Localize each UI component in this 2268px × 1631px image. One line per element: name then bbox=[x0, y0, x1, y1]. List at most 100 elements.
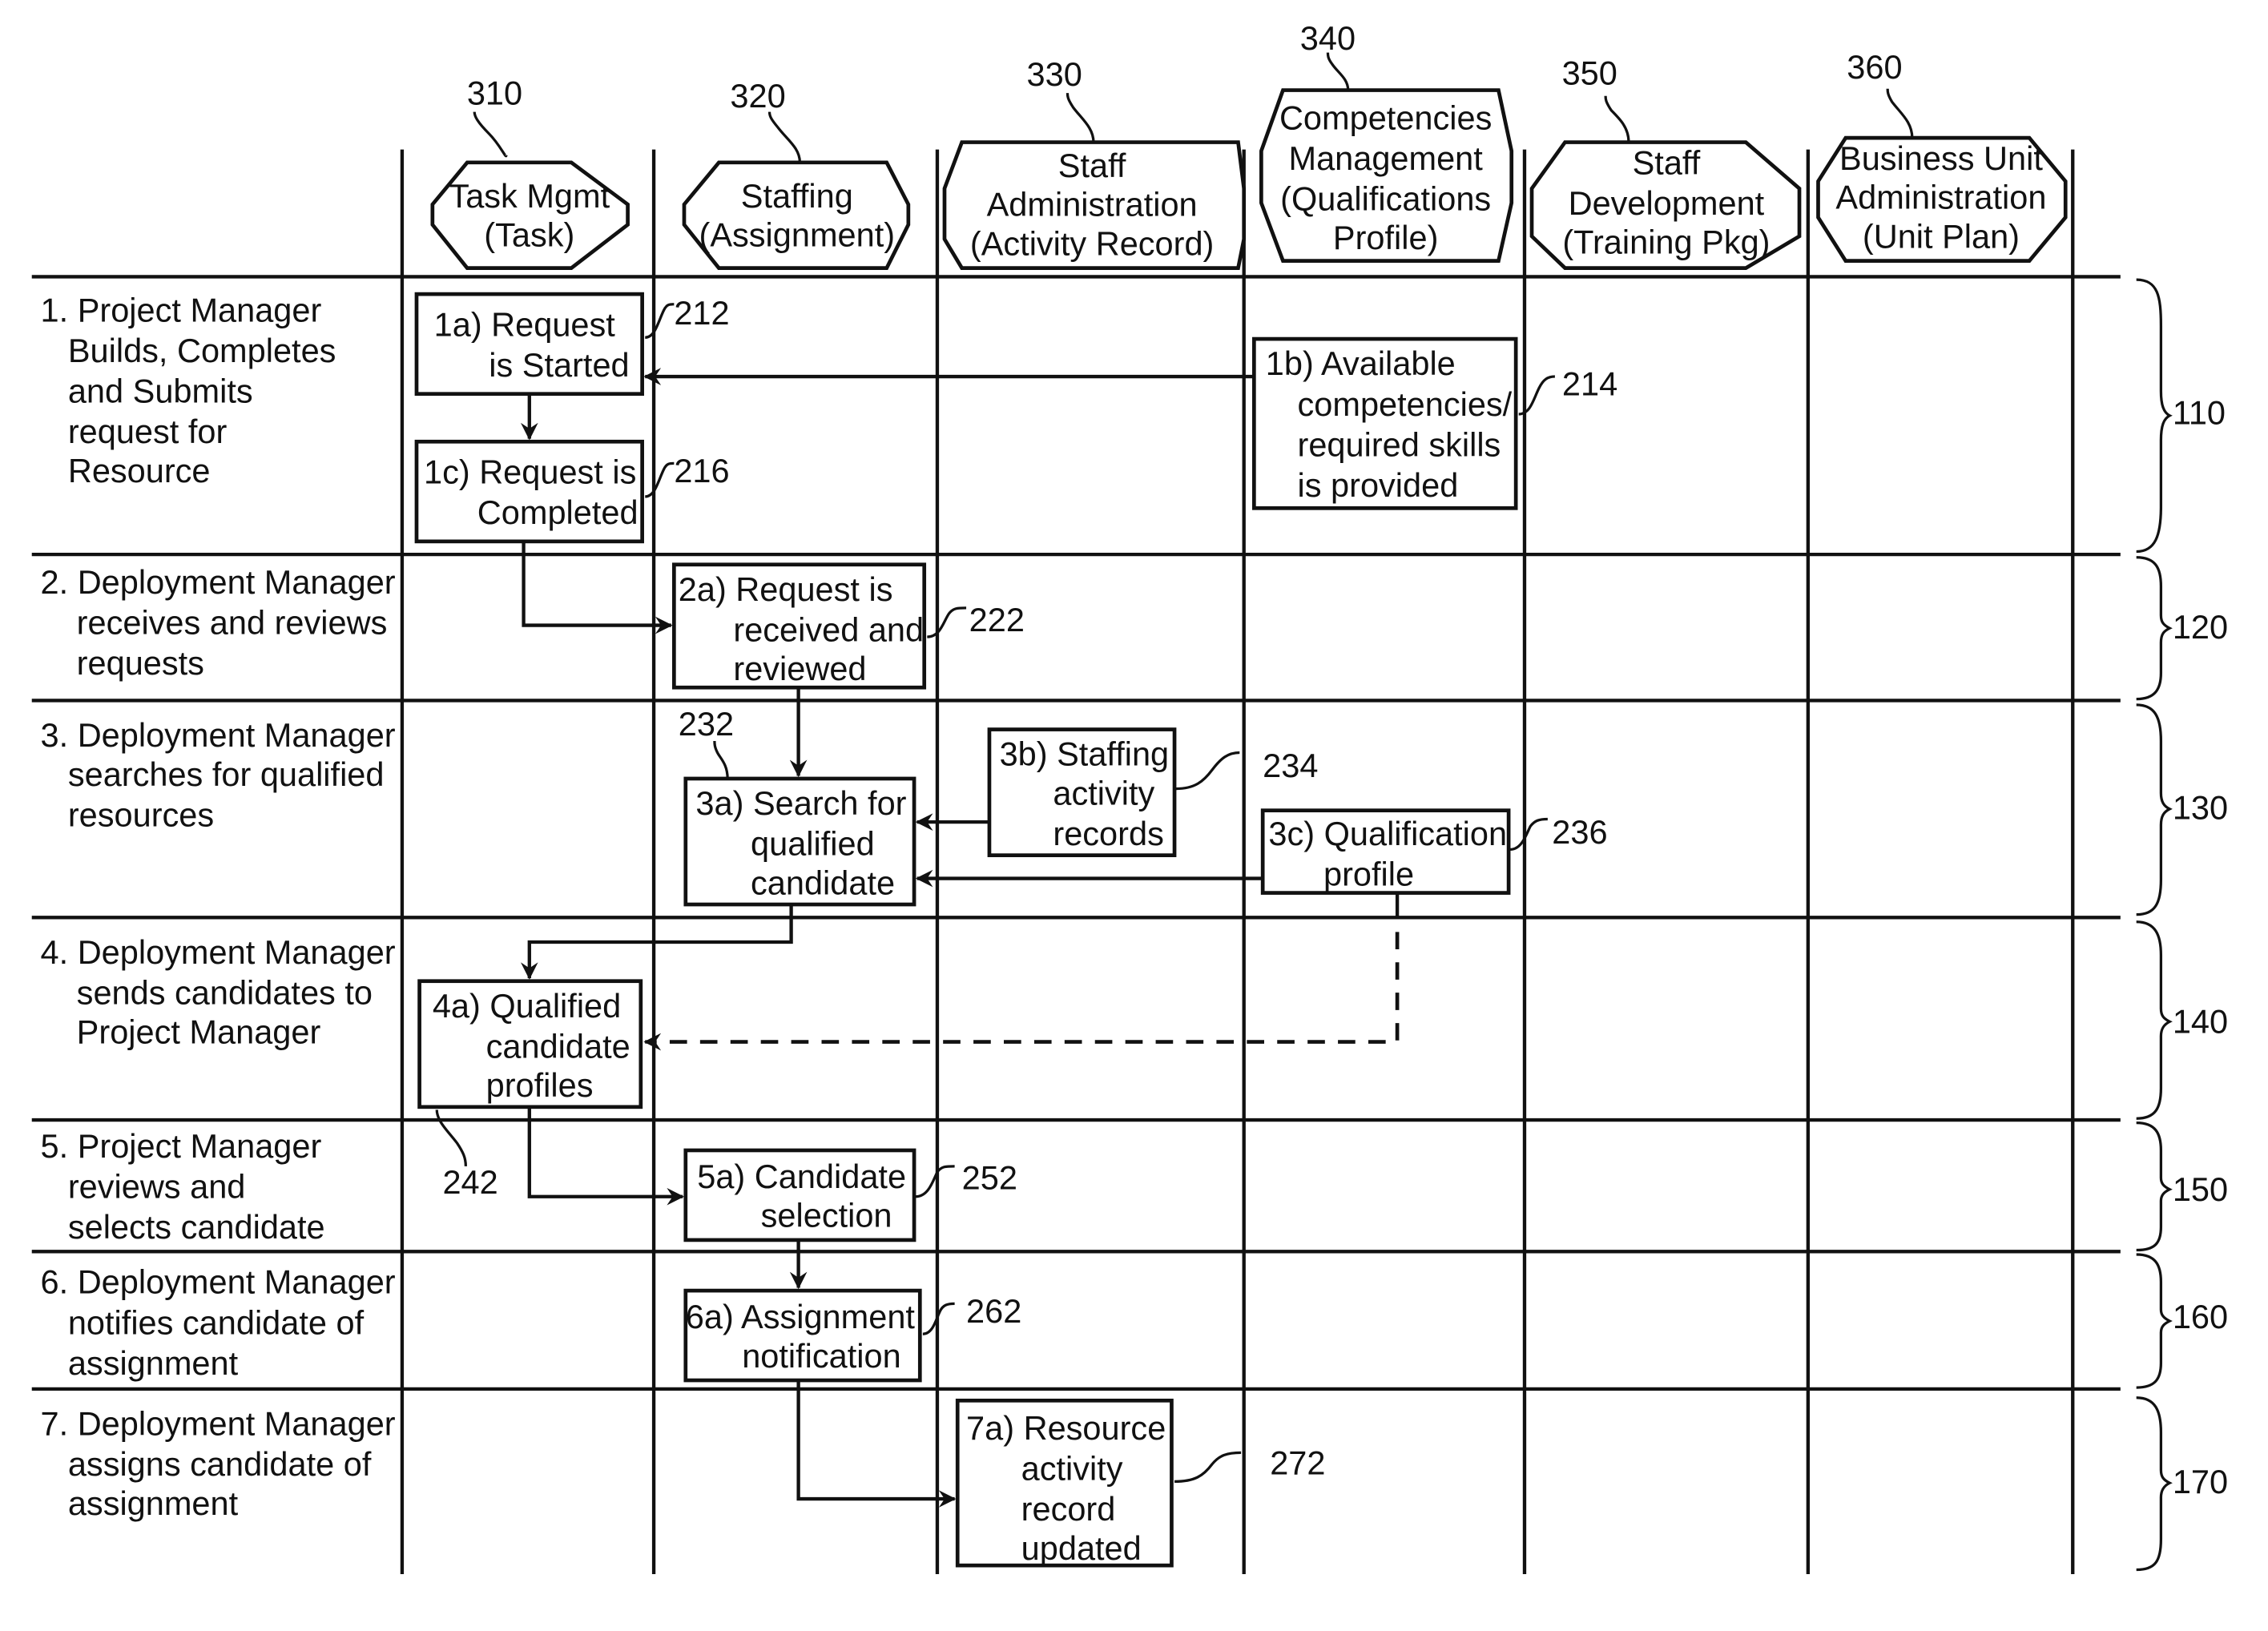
lane-subtitle-line-2: Profile) bbox=[1333, 219, 1439, 256]
lane-dividers bbox=[400, 149, 2075, 1574]
leader-line bbox=[644, 461, 675, 498]
step-text: received and bbox=[733, 610, 924, 648]
lane-header-360: Business Unit Administration (Unit Plan)… bbox=[1816, 48, 2068, 263]
phase-text: 7. Deployment Manager bbox=[41, 1405, 396, 1443]
step-5a[interactable]: 5a) Candidate selection 252 bbox=[683, 1148, 1017, 1242]
phase-text: sends candidates to bbox=[77, 974, 373, 1012]
step-text: activity bbox=[1021, 1450, 1123, 1488]
phase-label-3: 3. Deployment Manager searches for quali… bbox=[41, 716, 396, 833]
brace-icon bbox=[2136, 920, 2173, 1120]
step-3a[interactable]: 3a) Search for qualified candidate 232 bbox=[679, 705, 916, 907]
arrow-3c-to-4a-dashed bbox=[651, 932, 1400, 1044]
lane-subtitle: (Assignment) bbox=[699, 216, 896, 254]
phase-text: assignment bbox=[68, 1484, 239, 1522]
leader-line bbox=[915, 1165, 955, 1198]
leader-line bbox=[644, 303, 675, 339]
lane-header-350: Staff Development (Training Pkg) 350 bbox=[1529, 54, 1802, 270]
step-6a[interactable]: 6a) Assignment notification 262 bbox=[683, 1288, 1022, 1383]
step-text: Completed bbox=[477, 493, 639, 531]
lane-title: Business Unit bbox=[1839, 139, 2043, 177]
ref-number: 360 bbox=[1847, 48, 1902, 86]
phase-text: 1. Project Manager bbox=[41, 291, 322, 328]
ref-number: 212 bbox=[674, 294, 729, 332]
step-text: 5a) Candidate bbox=[697, 1158, 906, 1195]
step-1a[interactable]: 1a) Request is Started 212 bbox=[414, 292, 730, 397]
phase-text: reviews and bbox=[68, 1168, 246, 1206]
leader-line bbox=[1604, 95, 1630, 143]
phase-text: assignment bbox=[68, 1344, 239, 1382]
phase-text: request for bbox=[68, 413, 228, 450]
step-text: qualified bbox=[751, 825, 875, 863]
step-text: is provided bbox=[1298, 466, 1459, 504]
leader-line bbox=[1175, 751, 1240, 791]
ref-number: 252 bbox=[962, 1159, 1017, 1197]
leader-line bbox=[1174, 1451, 1242, 1484]
lane-subtitle: (Unit Plan) bbox=[1863, 217, 2020, 255]
step-text: records bbox=[1053, 815, 1163, 852]
phase-text: 2. Deployment Manager bbox=[41, 563, 396, 601]
phase-ref-130: 130 bbox=[2173, 789, 2228, 827]
step-text: candidate bbox=[751, 864, 895, 901]
step-2a[interactable]: 2a) Request is received and reviewed 222 bbox=[672, 562, 1025, 690]
step-1c[interactable]: 1c) Request is Completed 216 bbox=[414, 439, 730, 544]
step-text: updated bbox=[1021, 1529, 1142, 1567]
step-text: selection bbox=[761, 1197, 892, 1234]
phase-ref-120: 120 bbox=[2173, 608, 2228, 646]
phase-ref-170: 170 bbox=[2173, 1463, 2228, 1500]
step-text: activity bbox=[1053, 774, 1154, 811]
lane-subtitle: (Task) bbox=[484, 216, 574, 254]
leader-line bbox=[1066, 93, 1095, 143]
phase-ref-160: 160 bbox=[2173, 1298, 2228, 1335]
lane-subtitle: (Training Pkg) bbox=[1562, 224, 1770, 261]
ref-number: 236 bbox=[1552, 813, 1607, 851]
step-text: notification bbox=[742, 1337, 900, 1375]
phase-text: receives and reviews bbox=[77, 603, 388, 641]
lane-subtitle: (Qualifications bbox=[1280, 179, 1491, 217]
step-text: 7a) Resource bbox=[966, 1409, 1166, 1447]
ref-number: 340 bbox=[1300, 19, 1356, 57]
phase-label-5: 5. Project Manager reviews and selects c… bbox=[41, 1127, 325, 1246]
step-text: profiles bbox=[486, 1066, 594, 1104]
ref-number: 272 bbox=[1270, 1444, 1325, 1481]
step-text: is Started bbox=[489, 346, 629, 384]
phase-braces: 110 120 130 140 150 160 170 bbox=[2136, 278, 2228, 1572]
lane-title-line-2: Development bbox=[1569, 184, 1765, 222]
phase-ref-140: 140 bbox=[2173, 1003, 2228, 1041]
phase-text: assigns candidate of bbox=[68, 1445, 372, 1483]
step-text: required skills bbox=[1298, 425, 1501, 463]
brace-icon bbox=[2136, 1253, 2173, 1389]
step-text: 4a) Qualified bbox=[433, 987, 621, 1025]
lane-header-310: Task Mgmt (Task) 310 bbox=[430, 75, 630, 270]
phase-ref-150: 150 bbox=[2173, 1170, 2228, 1208]
step-7a[interactable]: 7a) Resource activity record updated 272 bbox=[955, 1398, 1325, 1568]
ref-number: 320 bbox=[730, 77, 785, 115]
step-text: 6a) Assignment bbox=[686, 1298, 916, 1335]
step-text: record bbox=[1021, 1490, 1116, 1528]
lane-title: Task Mgmt bbox=[449, 177, 610, 215]
lane-header-320: Staffing (Assignment) 320 bbox=[682, 77, 911, 270]
brace-icon bbox=[2136, 556, 2173, 701]
ref-number: 262 bbox=[966, 1292, 1021, 1330]
leader-line bbox=[713, 741, 729, 779]
phase-text: selects candidate bbox=[68, 1208, 325, 1246]
phase-text: searches for qualified bbox=[68, 755, 385, 793]
phase-text: Project Manager bbox=[77, 1013, 321, 1050]
step-text: profile bbox=[1323, 856, 1414, 893]
phase-text: and Submits bbox=[68, 373, 253, 410]
lane-subtitle: (Activity Record) bbox=[970, 224, 1215, 262]
lane-title: Competencies bbox=[1279, 99, 1492, 136]
leader-line bbox=[927, 606, 967, 638]
leader-line bbox=[767, 111, 802, 163]
lane-title-line-2: Administration bbox=[1835, 179, 2046, 216]
leader-line bbox=[1886, 88, 1914, 139]
phase-text: Builds, Completes bbox=[68, 332, 336, 369]
ref-number: 214 bbox=[1562, 365, 1617, 403]
phase-label-6: 6. Deployment Manager notifies candidate… bbox=[41, 1263, 396, 1382]
step-3c[interactable]: 3c) Qualification profile 236 bbox=[1260, 808, 1608, 895]
step-1b[interactable]: 1b) Available competencies/ required ski… bbox=[1252, 336, 1617, 510]
phase-text: 5. Project Manager bbox=[41, 1127, 322, 1165]
phase-label-2: 2. Deployment Manager receives and revie… bbox=[41, 563, 396, 682]
step-text: 1a) Request bbox=[434, 305, 616, 343]
ref-number: 242 bbox=[442, 1163, 498, 1201]
lane-title-line-2: Management bbox=[1288, 139, 1483, 177]
